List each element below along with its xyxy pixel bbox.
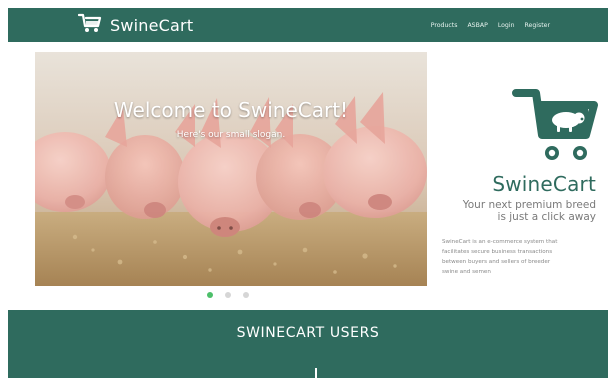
info-title: SwineCart <box>492 172 596 196</box>
info-description-line-4: swine and semen <box>442 269 491 275</box>
carousel-dot-2[interactable] <box>225 292 231 298</box>
carousel-dot-1[interactable] <box>207 292 213 298</box>
nav-link-asbap[interactable]: ASBAP <box>467 22 487 29</box>
info-tagline-line-1: Your next premium breed <box>462 199 596 211</box>
nav-link-login[interactable]: Login <box>498 22 515 29</box>
info-tagline-line-2: is just a click away <box>497 211 596 223</box>
nav-links: Products ASBAP Login Register <box>431 8 550 42</box>
carousel-indicators <box>207 292 249 298</box>
carousel-dot-3[interactable] <box>243 292 249 298</box>
info-description: SwineCart is an e-commerce system that f… <box>442 237 592 277</box>
nav-link-register[interactable]: Register <box>525 22 550 29</box>
info-tagline: Your next premium breed is just a click … <box>438 199 596 223</box>
navbar: SwineCart Products ASBAP Login Register <box>8 8 608 42</box>
cart-with-pig-logo <box>508 83 600 171</box>
brand-name: SwineCart <box>110 15 194 35</box>
hero-image <box>35 52 427 286</box>
info-description-line-1: SwineCart is an e-commerce system that <box>442 239 558 245</box>
brand-link[interactable]: SwineCart <box>77 12 194 38</box>
nav-link-products[interactable]: Products <box>431 22 458 29</box>
hero-slogan: Here's our small slogan. <box>176 130 286 140</box>
users-section-title: SWINECART USERS <box>236 325 380 341</box>
info-description-line-2: facilitates secure business transactions <box>442 249 553 255</box>
hero-title: Welcome to SwineCart! <box>113 98 349 122</box>
info-panel: SwineCart Your next premium breed is jus… <box>438 52 608 292</box>
scroll-indicator <box>315 368 317 378</box>
info-description-line-3: between buyers and sellers of breeder <box>442 259 551 265</box>
hero-carousel[interactable]: Welcome to SwineCart! Here's our small s… <box>35 52 427 286</box>
users-section: SWINECART USERS <box>8 310 608 378</box>
cart-icon <box>77 12 102 38</box>
